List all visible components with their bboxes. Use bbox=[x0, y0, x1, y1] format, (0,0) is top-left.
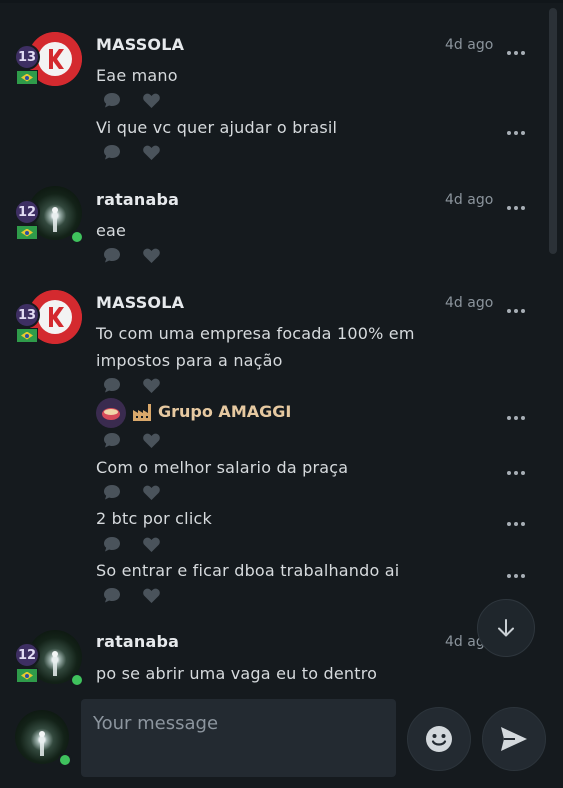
username[interactable]: MASSOLA bbox=[96, 293, 184, 312]
more-dots-icon[interactable] bbox=[505, 128, 527, 138]
heart-icon[interactable] bbox=[142, 536, 161, 553]
heart-icon[interactable] bbox=[142, 432, 161, 449]
message-text: 2 btc por click bbox=[96, 509, 212, 528]
group-avatar[interactable] bbox=[96, 398, 126, 428]
level-badge: 13 bbox=[14, 302, 40, 328]
message-actions bbox=[102, 586, 161, 604]
brazil-flag-icon bbox=[16, 225, 38, 240]
message-actions bbox=[102, 431, 161, 449]
message-text: So entrar e ficar dboa trabalhando ai bbox=[96, 561, 400, 580]
scrollbar-thumb[interactable] bbox=[549, 8, 557, 254]
message-text: po se abrir uma vaga eu to dentro bbox=[96, 664, 378, 683]
heart-icon[interactable] bbox=[142, 247, 161, 264]
heart-icon[interactable] bbox=[142, 377, 161, 394]
level-badge: 12 bbox=[14, 199, 40, 225]
comment-icon[interactable] bbox=[102, 586, 122, 604]
brazil-flag-icon bbox=[16, 668, 38, 683]
smiley-icon bbox=[425, 725, 453, 753]
message-actions bbox=[102, 91, 161, 109]
message-text: To com uma empresa focada 100% em impost… bbox=[96, 324, 415, 370]
heart-icon[interactable] bbox=[142, 92, 161, 109]
online-indicator bbox=[70, 230, 84, 244]
timestamp: 4d ago bbox=[445, 192, 494, 208]
heart-icon[interactable] bbox=[142, 587, 161, 604]
scrollbar[interactable] bbox=[549, 8, 557, 690]
message-text: Vi que vc quer ajudar o brasil bbox=[96, 118, 338, 137]
message-actions bbox=[102, 483, 161, 501]
comment-icon[interactable] bbox=[102, 535, 122, 553]
message-actions bbox=[102, 376, 161, 394]
more-dots-icon[interactable] bbox=[505, 306, 527, 316]
group-tag[interactable]: Grupo AMAGGI bbox=[158, 402, 291, 421]
more-dots-icon[interactable] bbox=[505, 203, 527, 213]
emoji-button[interactable] bbox=[407, 707, 471, 771]
message-text: eae bbox=[96, 221, 127, 240]
comment-icon[interactable] bbox=[102, 246, 122, 264]
level-badge: 13 bbox=[14, 44, 40, 70]
comment-icon[interactable] bbox=[102, 91, 122, 109]
timestamp: 4d ago bbox=[445, 37, 494, 53]
username[interactable]: ratanaba bbox=[96, 190, 179, 209]
comment-icon[interactable] bbox=[102, 431, 122, 449]
send-icon bbox=[499, 725, 529, 753]
online-indicator bbox=[58, 753, 72, 767]
message-actions bbox=[102, 246, 161, 264]
send-button[interactable] bbox=[482, 707, 546, 771]
comment-icon[interactable] bbox=[102, 483, 122, 501]
message-actions bbox=[102, 535, 161, 553]
factory-icon bbox=[132, 402, 154, 426]
message-actions bbox=[102, 143, 161, 161]
username[interactable]: MASSOLA bbox=[96, 35, 184, 54]
message-input[interactable] bbox=[81, 699, 396, 777]
comment-icon[interactable] bbox=[102, 143, 122, 161]
level-badge: 12 bbox=[14, 642, 40, 668]
more-dots-icon[interactable] bbox=[505, 413, 527, 423]
more-dots-icon[interactable] bbox=[505, 48, 527, 58]
more-dots-icon[interactable] bbox=[505, 519, 527, 529]
username[interactable]: ratanaba bbox=[96, 632, 179, 651]
arrow-down-icon bbox=[495, 617, 517, 639]
more-dots-icon[interactable] bbox=[505, 468, 527, 478]
chat-feed: 13 MASSOLA 4d ago Eae mano Vi que vc que… bbox=[0, 0, 563, 690]
online-indicator bbox=[70, 673, 84, 687]
comment-icon[interactable] bbox=[102, 376, 122, 394]
message-text: Com o melhor salario da praça bbox=[96, 458, 349, 477]
top-edge bbox=[0, 0, 563, 3]
message-composer bbox=[0, 690, 563, 788]
scroll-to-bottom-button[interactable] bbox=[477, 599, 535, 657]
brazil-flag-icon bbox=[16, 70, 38, 85]
timestamp: 4d ago bbox=[445, 295, 494, 311]
more-dots-icon[interactable] bbox=[505, 571, 527, 581]
heart-icon[interactable] bbox=[142, 144, 161, 161]
message-text: Eae mano bbox=[96, 66, 178, 85]
brazil-flag-icon bbox=[16, 328, 38, 343]
heart-icon[interactable] bbox=[142, 484, 161, 501]
